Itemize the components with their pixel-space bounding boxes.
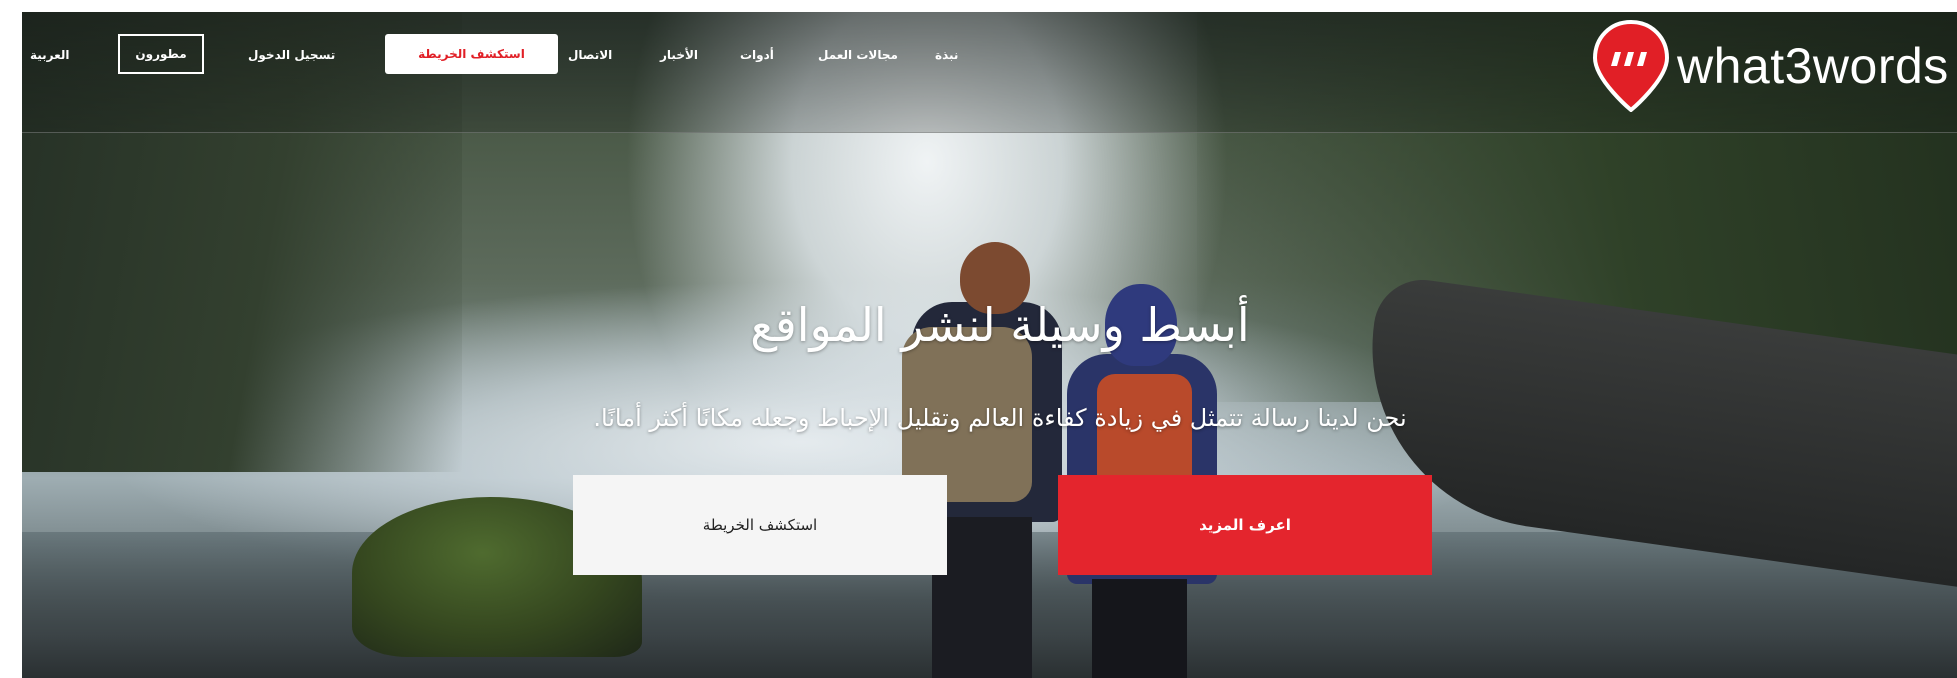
explore-map-nav-button[interactable]: استكشف الخريطة bbox=[385, 34, 558, 74]
explore-map-button[interactable]: استكشف الخريطة bbox=[573, 475, 947, 575]
nav-language[interactable]: العربية bbox=[30, 48, 70, 62]
nav-login[interactable]: تسجيل الدخول bbox=[248, 48, 335, 62]
developers-button[interactable]: مطورون bbox=[118, 34, 204, 74]
nav-about[interactable]: نبذة bbox=[935, 48, 958, 62]
hero-subheadline: نحن لدينا رسالة تتمثل في زيادة كفاءة الع… bbox=[593, 404, 1407, 432]
nav-industries[interactable]: مجالات العمل bbox=[818, 48, 898, 62]
hero-headline: أبسط وسيلة لنشر المواقع bbox=[750, 298, 1250, 352]
nav-news[interactable]: الأخبار bbox=[660, 48, 698, 62]
learn-more-button[interactable]: اعرف المزيد bbox=[1058, 475, 1432, 575]
nav-tools[interactable]: أدوات bbox=[740, 48, 774, 62]
triple-slash-pin-icon bbox=[1592, 19, 1670, 113]
nav-contact[interactable]: الاتصال bbox=[568, 48, 612, 62]
brand-logo[interactable]: what3words bbox=[1592, 19, 1949, 113]
brand-name: what3words bbox=[1677, 38, 1949, 94]
